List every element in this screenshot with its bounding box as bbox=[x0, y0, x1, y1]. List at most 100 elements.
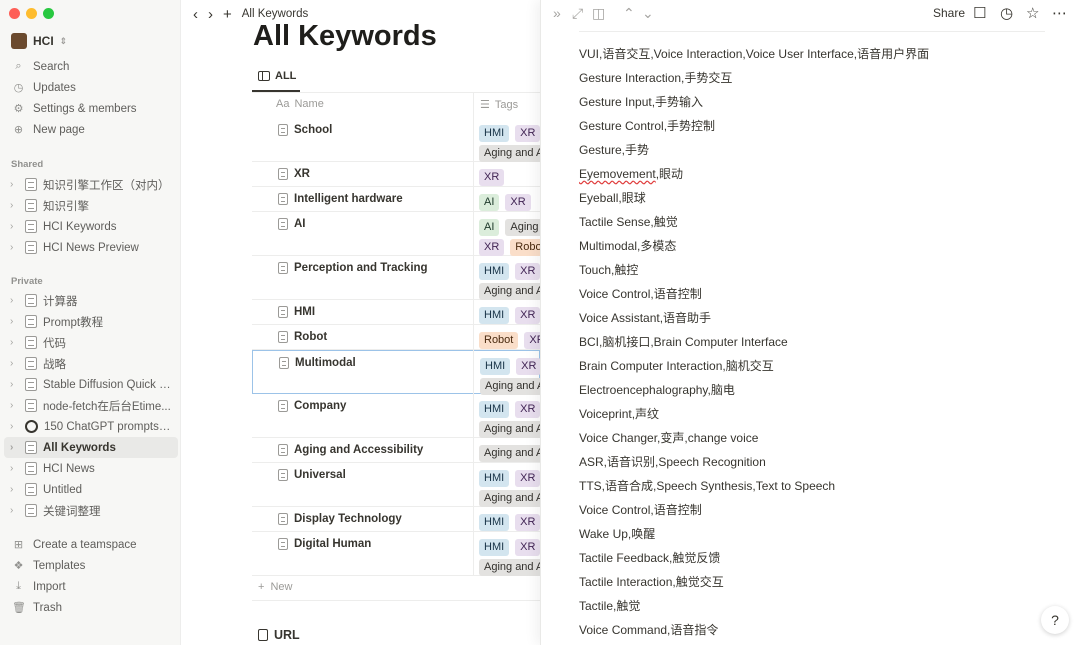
row-tags[interactable]: HMI XR Aging and A bbox=[479, 123, 540, 163]
table-row[interactable]: XR XR bbox=[252, 162, 540, 187]
table-row[interactable]: Universal HMI XR Aging and A bbox=[252, 463, 540, 507]
table-row[interactable]: Intelligent hardware AI XR bbox=[252, 187, 540, 212]
row-tags[interactable]: HMI XR Aging and A bbox=[479, 537, 540, 577]
row-tags[interactable]: HMI XR Aging and A bbox=[480, 356, 541, 396]
minimize-window-button[interactable] bbox=[26, 8, 37, 19]
row-name[interactable]: Multimodal bbox=[279, 357, 356, 369]
close-window-button[interactable] bbox=[9, 8, 20, 19]
chevron-right-icon[interactable]: › bbox=[10, 463, 22, 474]
open-side-icon[interactable]: ◫ bbox=[592, 5, 605, 22]
help-button[interactable]: ? bbox=[1041, 606, 1069, 634]
table-row[interactable]: Digital Human HMI XR Aging and A bbox=[252, 532, 540, 576]
chevron-right-icon[interactable]: › bbox=[10, 400, 22, 411]
table-row[interactable]: Robot Robot XR bbox=[252, 325, 540, 350]
row-tags[interactable]: HMI XR Aging and A bbox=[479, 261, 540, 301]
sidebar-item-updates[interactable]: ◷ Updates bbox=[0, 77, 180, 98]
history-icon[interactable]: ◷ bbox=[1000, 4, 1013, 22]
row-tags[interactable]: Robot XR bbox=[479, 330, 540, 350]
back-icon[interactable]: ‹ bbox=[193, 6, 198, 23]
row-name[interactable]: Robot bbox=[278, 331, 327, 343]
sidebar-page-untitled[interactable]: › Untitled bbox=[0, 479, 180, 500]
row-name[interactable]: School bbox=[278, 124, 332, 136]
table-row[interactable]: Display Technology HMI XR bbox=[252, 507, 540, 532]
chevron-right-icon[interactable]: › bbox=[10, 337, 22, 348]
table-row[interactable]: School HMI XR Aging and A bbox=[252, 118, 540, 162]
table-row[interactable]: HMI HMI XR bbox=[252, 300, 540, 325]
row-tags[interactable]: AI AgingXR Robot bbox=[479, 217, 540, 257]
row-tags[interactable]: HMI XR bbox=[479, 305, 540, 325]
row-name[interactable]: Universal bbox=[278, 469, 346, 481]
sidebar-item-settings-members[interactable]: ⚙ Settings & members bbox=[0, 98, 180, 119]
sidebar-item-search[interactable]: ⌕ Search bbox=[0, 56, 180, 77]
row-tags[interactable]: XR bbox=[479, 167, 540, 187]
new-row-button[interactable]: + New bbox=[258, 581, 292, 593]
chevron-right-icon[interactable]: › bbox=[10, 484, 22, 495]
table-row[interactable]: Aging and Accessibility Aging and A bbox=[252, 438, 540, 463]
sidebar-item-new-page[interactable]: ⊕ New page bbox=[0, 119, 180, 140]
share-button[interactable]: Share bbox=[933, 6, 965, 20]
row-name[interactable]: Display Technology bbox=[278, 513, 402, 525]
row-name[interactable]: Company bbox=[278, 400, 346, 412]
sidebar-item-import[interactable]: ⤓ Import bbox=[0, 576, 180, 597]
sidebar-page-hci-news-preview[interactable]: › HCI News Preview bbox=[0, 237, 180, 258]
row-tags[interactable]: HMI XR bbox=[479, 512, 540, 532]
table-row[interactable]: AI AI AgingXR Robot bbox=[252, 212, 540, 256]
chevron-right-icon[interactable]: › bbox=[10, 442, 22, 453]
more-icon[interactable]: ⋯ bbox=[1052, 4, 1067, 22]
row-name[interactable]: Perception and Tracking bbox=[278, 262, 428, 274]
table-row[interactable]: Company HMI XR Aging and A bbox=[252, 394, 540, 438]
sidebar-item-trash[interactable]: 🗑 Trash bbox=[0, 597, 180, 618]
row-tags[interactable]: HMI XR Aging and A bbox=[479, 468, 540, 508]
sidebar-page-prompt[interactable]: › Prompt教程 bbox=[0, 311, 180, 332]
row-name[interactable]: XR bbox=[278, 168, 310, 180]
expand-icon[interactable]: ⤢ bbox=[572, 5, 583, 22]
chevron-right-icon[interactable]: › bbox=[10, 505, 22, 516]
row-tags[interactable]: HMI XR Aging and A bbox=[479, 399, 540, 439]
chevron-right-icon[interactable]: › bbox=[10, 295, 22, 306]
row-tags[interactable]: Aging and A bbox=[479, 443, 540, 463]
workspace-switcher[interactable]: HCI ⇕ bbox=[11, 33, 67, 49]
url-heading[interactable]: URL bbox=[258, 628, 300, 642]
chevron-right-icon[interactable]: › bbox=[10, 179, 22, 190]
sidebar-page-all-keywords[interactable]: › All Keywords bbox=[4, 437, 178, 458]
sidebar-page-150-chatgpt-prompts-t[interactable]: › 150 ChatGPT prompts t... bbox=[0, 416, 180, 437]
chevron-right-icon[interactable]: › bbox=[10, 316, 22, 327]
sidebar-page-node-fetch-etime[interactable]: › node-fetch在后台Etime... bbox=[0, 395, 180, 416]
sidebar-page-page[interactable]: › 代码 bbox=[0, 332, 180, 353]
column-header-tags[interactable]: ☰ Tags bbox=[480, 98, 518, 112]
sidebar-page-hci-keywords[interactable]: › HCI Keywords bbox=[0, 216, 180, 237]
chevron-up-icon[interactable]: ⌃ bbox=[623, 5, 635, 22]
comment-icon[interactable]: ☐ bbox=[973, 4, 986, 22]
sidebar-page-page[interactable]: › 关键词整理 bbox=[0, 500, 180, 521]
chevron-right-icon[interactable]: › bbox=[10, 379, 22, 390]
chevron-down-icon[interactable]: ⌄ bbox=[642, 5, 654, 22]
zoom-window-button[interactable] bbox=[43, 8, 54, 19]
sidebar-item-templates[interactable]: ❖ Templates bbox=[0, 555, 180, 576]
sidebar-page-hci-news[interactable]: › HCI News bbox=[0, 458, 180, 479]
breadcrumb[interactable]: All Keywords bbox=[242, 8, 308, 20]
sidebar-page-stable-diffusion-quick-s[interactable]: › Stable Diffusion Quick S... bbox=[0, 374, 180, 395]
tab-all[interactable]: ALL bbox=[258, 70, 296, 82]
sidebar-page-page[interactable]: › 知识引擎工作区（对内） bbox=[0, 174, 180, 195]
chevron-right-icon[interactable]: › bbox=[10, 221, 22, 232]
row-tags[interactable]: AI XR bbox=[479, 192, 540, 212]
sidebar-item-create-a-teamspace[interactable]: ⊞ Create a teamspace bbox=[0, 534, 180, 555]
table-row[interactable]: Multimodal HMI XR Aging and A bbox=[252, 350, 541, 396]
column-header-name[interactable]: Aa Name bbox=[276, 98, 324, 110]
row-name[interactable]: Aging and Accessibility bbox=[278, 444, 423, 456]
sidebar-page-page[interactable]: › 战略 bbox=[0, 353, 180, 374]
star-icon[interactable]: ☆ bbox=[1026, 4, 1039, 22]
chevron-right-icon[interactable]: › bbox=[10, 421, 22, 432]
add-page-icon[interactable]: + bbox=[223, 6, 232, 23]
row-name[interactable]: HMI bbox=[278, 306, 315, 318]
table-row[interactable]: Perception and Tracking HMI XR Aging and A bbox=[252, 256, 540, 300]
close-peek-icon[interactable]: » bbox=[553, 5, 561, 21]
forward-icon[interactable]: › bbox=[208, 6, 213, 23]
chevron-right-icon[interactable]: › bbox=[10, 358, 22, 369]
row-name[interactable]: Digital Human bbox=[278, 538, 371, 550]
sidebar-page-page[interactable]: › 知识引擎 bbox=[0, 195, 180, 216]
row-name[interactable]: AI bbox=[278, 218, 306, 230]
chevron-right-icon[interactable]: › bbox=[10, 242, 22, 253]
chevron-right-icon[interactable]: › bbox=[10, 200, 22, 211]
sidebar-page-page[interactable]: › 计算器 bbox=[0, 290, 180, 311]
